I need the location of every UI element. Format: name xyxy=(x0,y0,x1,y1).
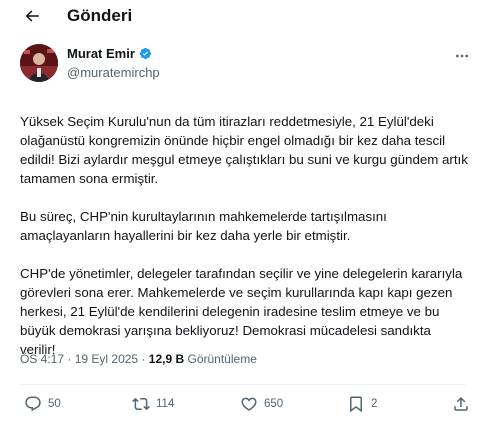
tweet-author: Murat Emir @muratemirchp xyxy=(20,44,472,84)
more-options-button[interactable] xyxy=(452,48,472,64)
share-button[interactable] xyxy=(452,393,470,415)
reply-count: 50 xyxy=(48,398,61,410)
top-bar: Gönderi xyxy=(0,0,486,32)
user-handle[interactable]: @muratemirchp xyxy=(67,65,160,80)
tweet-paragraph: Bu süreç, CHP'nin kurultaylarının mahkem… xyxy=(20,209,387,243)
like-count: 650 xyxy=(264,398,284,410)
tweet-paragraph: CHP'de yönetimler, delegeler tarafından … xyxy=(20,266,463,357)
tweet-meta: ÖS 4:17 · 19 Eyl 2025 · 12,9 B Görüntüle… xyxy=(20,352,257,366)
reply-icon xyxy=(25,396,41,412)
repost-count: 114 xyxy=(156,398,175,410)
bookmark-icon xyxy=(350,396,362,413)
name-line: Murat Emir xyxy=(67,46,152,61)
action-bar: 50 114 650 2 xyxy=(20,393,468,415)
meta-separator: · xyxy=(141,352,146,366)
meta-separator: · xyxy=(67,352,72,366)
heart-icon xyxy=(241,397,257,411)
post-date[interactable]: 19 Eyl 2025 xyxy=(75,352,138,366)
views-count: 12,9 B xyxy=(148,352,185,366)
display-name[interactable]: Murat Emir xyxy=(67,46,135,61)
views-label: Görüntüleme xyxy=(187,352,257,366)
tweet-paragraph: Yüksek Seçim Kurulu'nun da tüm itirazlar… xyxy=(20,114,468,186)
more-horizontal-icon xyxy=(456,54,468,58)
avatar[interactable] xyxy=(20,44,58,82)
tweet-text: Yüksek Seçim Kurulu'nun da tüm itirazlar… xyxy=(20,112,470,378)
page-title: Gönderi xyxy=(67,6,133,25)
share-icon xyxy=(454,396,468,411)
arrow-left-icon xyxy=(25,10,39,22)
bookmark-button[interactable]: 2 xyxy=(347,393,377,415)
back-button[interactable] xyxy=(18,4,46,28)
post-time[interactable]: ÖS 4:17 xyxy=(20,352,64,366)
bookmark-count: 2 xyxy=(371,398,378,410)
divider xyxy=(20,384,466,385)
like-button[interactable]: 650 xyxy=(240,393,283,415)
repost-button[interactable]: 114 xyxy=(132,393,174,415)
reply-button[interactable]: 50 xyxy=(24,393,61,415)
repost-icon xyxy=(132,397,150,411)
verified-badge-icon xyxy=(139,47,152,60)
